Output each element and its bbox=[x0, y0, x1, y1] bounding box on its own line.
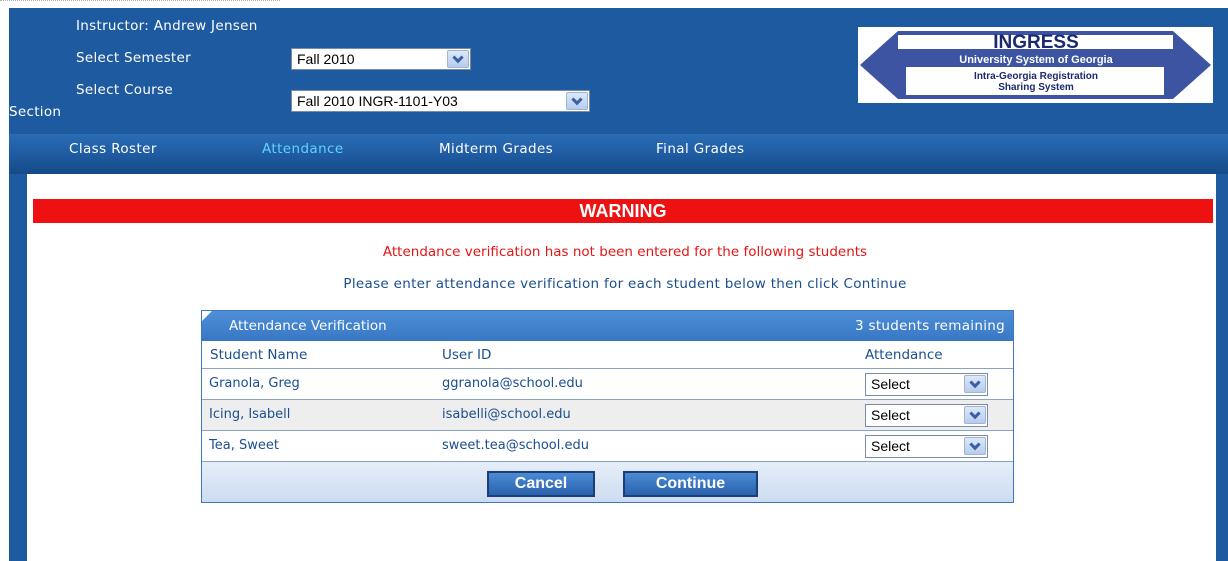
column-header-attendance: Attendance bbox=[865, 347, 943, 363]
semester-select[interactable]: Fall 2010 bbox=[291, 48, 471, 70]
table-row: Granola, Greg ggranola@school.edu Select bbox=[202, 369, 1013, 400]
warning-instruction: Please enter attendance verification for… bbox=[343, 276, 907, 292]
main-nav: Class Roster Attendance Midterm Grades F… bbox=[9, 134, 1228, 174]
ingress-logo: INGRESS University System of Georgia Int… bbox=[858, 27, 1213, 103]
chevron-down-icon[interactable] bbox=[964, 406, 986, 424]
column-header-student-name: Student Name bbox=[210, 347, 308, 363]
student-name: Granola, Greg bbox=[209, 376, 300, 391]
table-row: Icing, Isabell isabelli@school.edu Selec… bbox=[202, 400, 1013, 431]
user-id: isabelli@school.edu bbox=[442, 407, 571, 422]
continue-button[interactable]: Continue bbox=[623, 471, 758, 497]
attendance-select[interactable]: Select bbox=[865, 373, 988, 396]
tab-midterm-grades[interactable]: Midterm Grades bbox=[439, 141, 553, 157]
attendance-select[interactable]: Select bbox=[865, 435, 988, 458]
logo-line1: University System of Georgia bbox=[959, 54, 1113, 66]
student-name: Icing, Isabell bbox=[209, 407, 291, 422]
logo-line2: Intra-Georgia Registration bbox=[974, 71, 1098, 82]
column-header-user-id: User ID bbox=[442, 347, 492, 363]
warning-banner: WARNING bbox=[33, 199, 1213, 223]
logo-title: INGRESS bbox=[993, 32, 1079, 53]
attendance-select-value: Select bbox=[871, 407, 910, 423]
user-id: sweet.tea@school.edu bbox=[442, 438, 589, 453]
ingress-logo-graphic: INGRESS University System of Georgia Int… bbox=[860, 31, 1211, 99]
student-name: Tea, Sweet bbox=[209, 438, 279, 453]
attendance-select-value: Select bbox=[871, 438, 910, 454]
table-title: Attendance Verification bbox=[229, 318, 387, 334]
attendance-select[interactable]: Select bbox=[865, 404, 988, 427]
tab-class-roster[interactable]: Class Roster bbox=[69, 141, 157, 157]
cancel-button[interactable]: Cancel bbox=[487, 471, 595, 497]
semester-select-value: Fall 2010 bbox=[297, 51, 355, 67]
table-row: Tea, Sweet sweet.tea@school.edu Select bbox=[202, 431, 1013, 462]
instructor-label: Instructor: Andrew Jensen bbox=[76, 18, 258, 34]
table-footer: Cancel Continue bbox=[202, 462, 1013, 502]
tab-final-grades[interactable]: Final Grades bbox=[656, 141, 744, 157]
chevron-down-icon[interactable] bbox=[964, 437, 986, 455]
course-label-section: Section bbox=[9, 104, 62, 120]
chevron-down-icon[interactable] bbox=[447, 50, 469, 68]
tab-attendance[interactable]: Attendance bbox=[262, 141, 344, 157]
attendance-select-value: Select bbox=[871, 376, 910, 392]
attendance-verification-table: Attendance Verification 3 students remai… bbox=[201, 310, 1014, 503]
corner-decoration bbox=[202, 311, 212, 321]
page: Instructor: Andrew Jensen Select Semeste… bbox=[0, 0, 1228, 561]
user-id: ggranola@school.edu bbox=[442, 376, 583, 391]
logo-line3: Sharing System bbox=[998, 82, 1074, 93]
table-title-bar: Attendance Verification 3 students remai… bbox=[202, 311, 1013, 341]
dotted-divider bbox=[0, 0, 280, 2]
course-section-select[interactable]: Fall 2010 INGR-1101-Y03 bbox=[291, 90, 590, 112]
table-header: Student Name User ID Attendance bbox=[202, 341, 1013, 369]
semester-label: Select Semester bbox=[76, 50, 191, 66]
warning-message: Attendance verification has not been ent… bbox=[382, 244, 868, 260]
course-label: Select Course bbox=[76, 82, 173, 98]
chevron-down-icon[interactable] bbox=[964, 375, 986, 393]
chevron-down-icon[interactable] bbox=[566, 92, 588, 110]
students-remaining-count: 3 students remaining bbox=[855, 318, 1005, 334]
course-section-select-value: Fall 2010 INGR-1101-Y03 bbox=[297, 93, 458, 109]
